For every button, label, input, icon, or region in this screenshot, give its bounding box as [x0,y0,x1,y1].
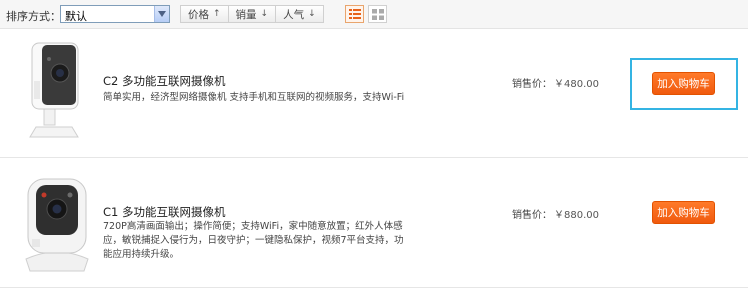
list-view-button[interactable] [345,5,364,23]
sort-toolbar: 排序方式： 默认 价格 ↑ 销量 ↓ 人气 ↓ [0,0,748,29]
sort-by-popularity-button[interactable]: 人气 ↓ [275,5,324,23]
product-title[interactable]: C1 多功能互联网摄像机 [103,204,226,220]
grid-view-button[interactable] [368,5,387,23]
list-view-icon [349,9,361,19]
product-description: 简单实用，经济型网络摄像机 支持手机和互联网的视频服务，支持Wi-Fi [103,92,405,103]
sort-button-label: 销量 [235,8,257,21]
sort-select[interactable]: 默认 [60,5,170,23]
price-label: 销售价： [512,210,552,221]
arrow-down-icon: ↓ [308,9,316,19]
add-to-cart-button[interactable]: 加入购物车 [652,72,715,95]
product-description: 720P高清画面输出；操作简便；支持WiFi，家中随意放置；红外人体感应，敏锐捕… [103,221,404,260]
sort-by-sales-button[interactable]: 销量 ↓ [227,5,277,23]
product-price: ￥480.00 [554,79,599,90]
sort-select-value: 默认 [65,10,87,23]
product-price: ￥880.00 [554,210,599,221]
product-title[interactable]: C2 多功能互联网摄像机 [103,73,226,89]
camera-c2-image[interactable] [22,41,92,141]
grid-view-icon [372,9,384,20]
arrow-up-icon: ↑ [213,9,221,19]
sort-button-label: 价格 [188,8,209,21]
sort-button-group: 价格 ↑ 销量 ↓ 人气 ↓ [180,5,324,23]
sort-button-label: 人气 [283,8,305,21]
product-row: C1 多功能互联网摄像机 720P高清画面输出；操作简便；支持WiFi，家中随意… [0,158,748,288]
arrow-down-icon: ↓ [260,9,269,19]
product-row: C2 多功能互联网摄像机 简单实用，经济型网络摄像机 支持手机和互联网的视频服务… [0,29,748,158]
add-to-cart-button[interactable]: 加入购物车 [652,201,715,224]
sort-label: 排序方式： [6,10,61,23]
sort-by-price-button[interactable]: 价格 ↑ [180,5,229,23]
price-label: 销售价： [512,79,552,90]
camera-c1-image[interactable] [22,175,92,275]
chevron-down-icon[interactable] [154,6,169,22]
